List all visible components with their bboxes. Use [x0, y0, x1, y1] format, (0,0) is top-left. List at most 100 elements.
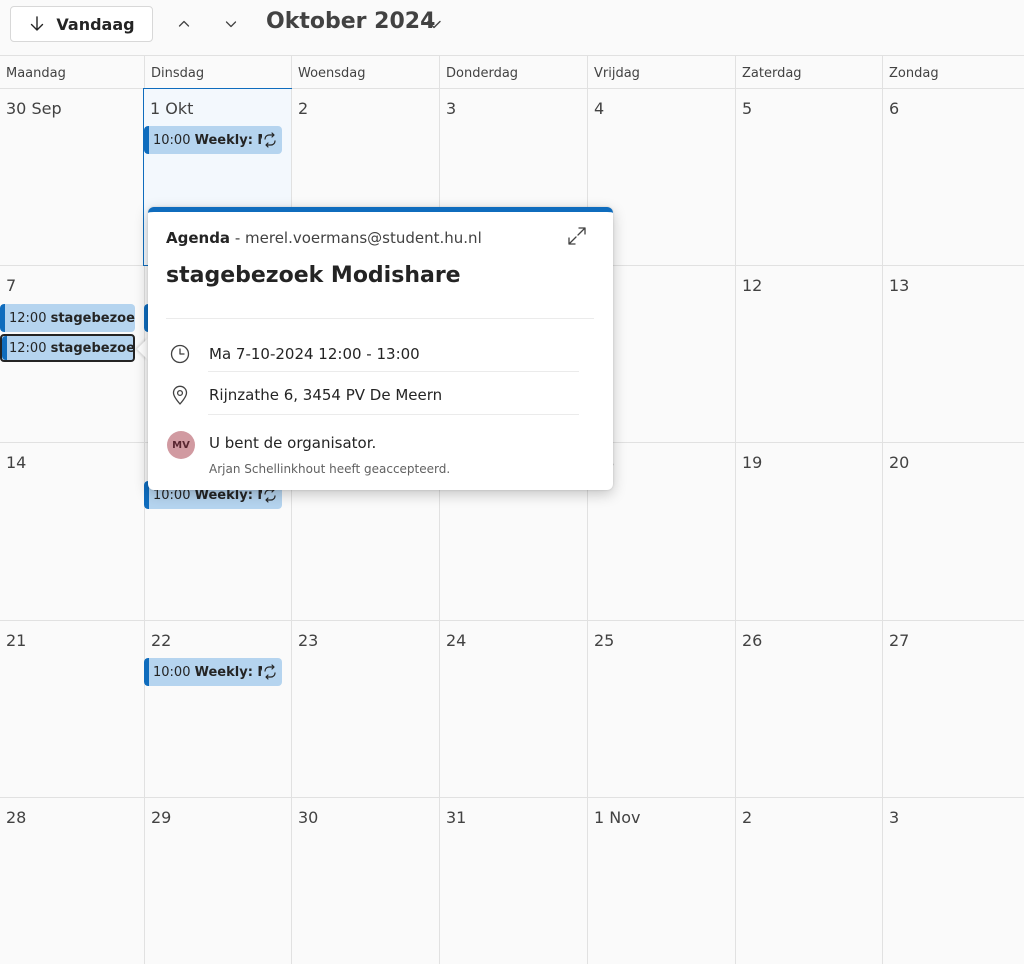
event-weekly[interactable]: 10:00 Weekly: M	[144, 126, 282, 154]
event-stagebezoek-selected[interactable]: 12:00 stagebezoek	[0, 334, 135, 362]
popup-calendar-label: Agenda	[166, 229, 231, 247]
day-number: 14	[6, 453, 27, 472]
day-cell[interactable]: 14	[0, 443, 144, 621]
popup-location-row: Rijnzathe 6, 3454 PV De Meern	[168, 383, 442, 407]
day-number: 28	[6, 808, 27, 827]
popup-organizer-text: U bent de organisator.	[209, 434, 377, 452]
day-cell[interactable]: 3	[882, 798, 1024, 964]
event-time: 10:00	[153, 132, 191, 148]
event-time: 12:00	[9, 340, 47, 356]
event-title: stagebezoek	[50, 340, 133, 356]
day-number: 27	[889, 631, 910, 650]
day-number: 23	[298, 631, 319, 650]
divider	[208, 414, 579, 415]
event-time: 10:00	[153, 664, 191, 680]
event-title: Weekly: M	[194, 132, 271, 148]
next-month-button[interactable]	[219, 12, 243, 36]
recurring-icon	[262, 132, 278, 148]
event-color-bar	[0, 304, 5, 332]
weekday-header: Donderdag	[439, 56, 587, 89]
day-number: 20	[889, 453, 910, 472]
day-cell[interactable]: 30 Sep	[0, 89, 144, 266]
event-weekly[interactable]: 10:00 Weekly: M	[144, 658, 282, 686]
day-cell[interactable]: 30	[291, 798, 439, 964]
day-cell[interactable]: 12	[735, 266, 882, 443]
day-cell[interactable]: 5	[735, 89, 882, 266]
day-number: 3	[446, 99, 457, 118]
clock-icon	[170, 344, 190, 364]
recurring-icon	[262, 664, 278, 680]
location-pin-icon	[172, 385, 188, 405]
month-title[interactable]: Oktober 2024	[266, 9, 435, 34]
day-cell[interactable]: 1 Nov	[587, 798, 735, 964]
event-label: 10:00 Weekly: M	[144, 665, 270, 680]
previous-month-button[interactable]	[172, 12, 196, 36]
day-number: 24	[446, 631, 467, 650]
popup-location[interactable]: Rijnzathe 6, 3454 PV De Meern	[209, 386, 442, 404]
day-cell[interactable]: 29	[144, 798, 291, 964]
event-color-bar	[144, 126, 149, 154]
today-button-label: Vandaag	[56, 14, 135, 34]
day-cell[interactable]: 31	[439, 798, 587, 964]
day-number: 12	[742, 276, 763, 295]
day-number: 6	[889, 99, 900, 118]
popup-calendar-line: Agenda - merel.voermans@student.hu.nl	[166, 229, 482, 247]
divider	[166, 318, 594, 319]
weekday-header: Dinsdag	[144, 56, 291, 89]
day-cell[interactable]: 25	[587, 621, 735, 798]
day-cell[interactable]: 28	[0, 798, 144, 964]
day-number: 19	[742, 453, 763, 472]
day-cell[interactable]: 26	[735, 621, 882, 798]
month-picker-chevron-icon[interactable]	[424, 14, 444, 34]
weekday-header: Maandag	[0, 56, 144, 89]
avatar: MV	[167, 431, 195, 459]
day-number: 21	[6, 631, 27, 650]
day-number: 2	[742, 808, 753, 827]
event-label: 12:00 stagebezoek	[2, 341, 133, 356]
divider	[208, 371, 579, 372]
day-number: 25	[594, 631, 615, 650]
calendar-toolbar: Vandaag Oktober 2024	[0, 0, 1024, 54]
weekday-header: Zaterdag	[735, 56, 882, 89]
day-number: 29	[151, 808, 172, 827]
day-number: 26	[742, 631, 763, 650]
day-number: 2	[298, 99, 309, 118]
day-cell[interactable]: 19	[735, 443, 882, 621]
day-cell[interactable]: 2	[735, 798, 882, 964]
event-stagebezoek[interactable]: 12:00 stagebezoek	[0, 304, 135, 332]
event-color-bar	[2, 336, 7, 360]
day-number: 5	[742, 99, 753, 118]
day-number: 30 Sep	[6, 99, 62, 118]
popup-datetime-row: Ma 7-10-2024 12:00 - 13:00	[168, 342, 420, 366]
event-title: stagebezoek	[50, 310, 135, 326]
popup-event-title: stagebezoek Modishare	[166, 263, 461, 288]
day-cell[interactable]: 23	[291, 621, 439, 798]
day-cell[interactable]: 20	[882, 443, 1024, 621]
event-title: Weekly: M	[194, 664, 271, 680]
event-label: 10:00 Weekly: M	[144, 133, 270, 148]
day-number: 7	[6, 276, 17, 295]
day-cell[interactable]: 24	[439, 621, 587, 798]
event-time: 12:00	[9, 310, 47, 326]
day-cell[interactable]: 27	[882, 621, 1024, 798]
event-peek-popup: Agenda - merel.voermans@student.hu.nl st…	[148, 207, 613, 490]
day-number: 22	[151, 631, 172, 650]
day-cell[interactable]: 22	[144, 621, 291, 798]
popup-account: merel.voermans@student.hu.nl	[245, 229, 482, 247]
day-number: 1 Okt	[150, 99, 194, 118]
day-number: 13	[889, 276, 910, 295]
day-cell[interactable]: 6	[882, 89, 1024, 266]
event-color-bar	[144, 658, 149, 686]
today-button[interactable]: Vandaag	[10, 6, 153, 42]
day-cell[interactable]: 21	[0, 621, 144, 798]
day-number: 30	[298, 808, 319, 827]
weekday-header: Woensdag	[291, 56, 439, 89]
day-cell[interactable]: 13	[882, 266, 1024, 443]
day-number: 4	[594, 99, 605, 118]
expand-icon[interactable]	[566, 225, 588, 247]
chevron-up-icon	[178, 20, 190, 27]
popup-attendee-status: Arjan Schellinkhout heeft geaccepteerd.	[209, 462, 451, 476]
chevron-down-icon	[225, 21, 237, 28]
day-number: 31	[446, 808, 467, 827]
arrow-down-icon	[31, 16, 44, 31]
